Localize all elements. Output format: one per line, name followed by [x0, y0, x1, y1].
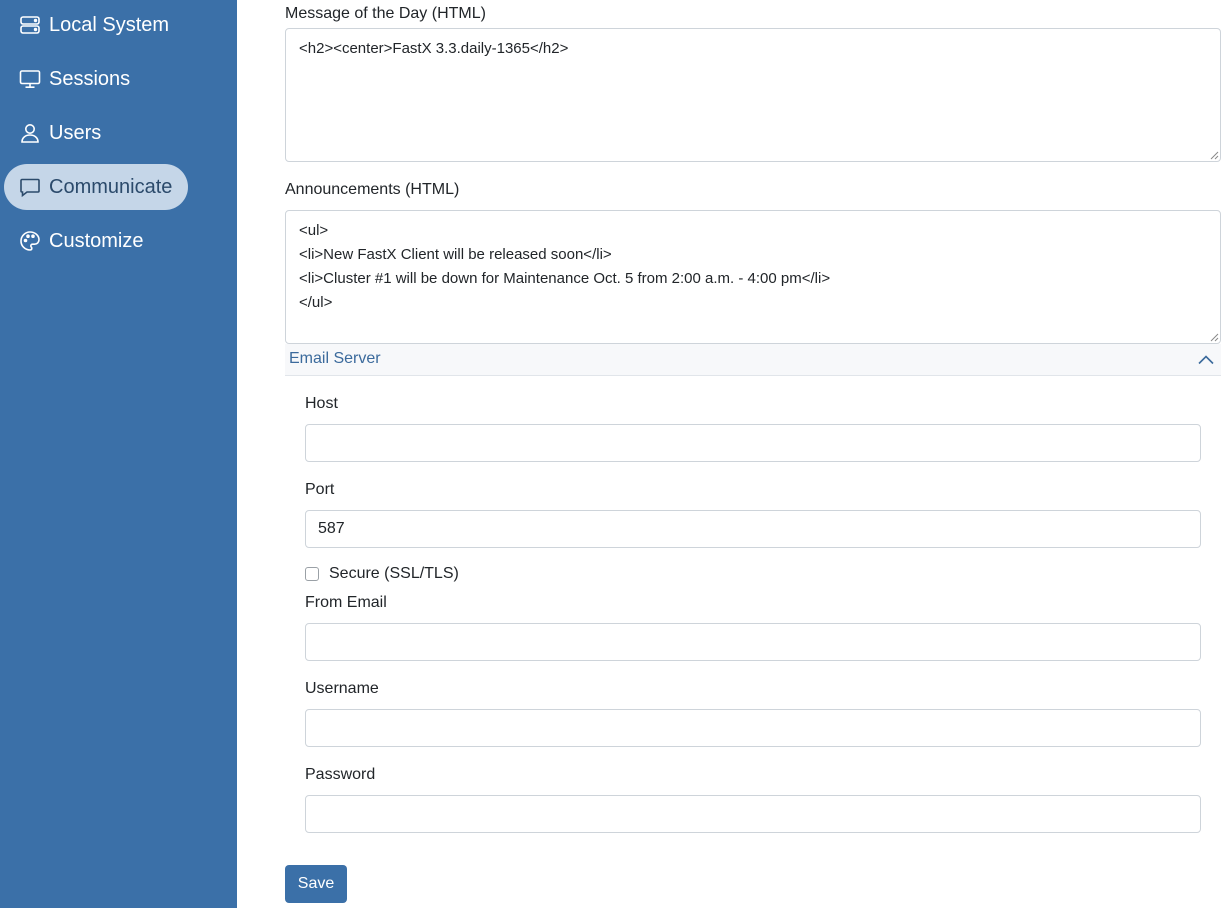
palette-icon	[19, 230, 41, 252]
chat-icon	[19, 176, 41, 198]
chevron-up-icon[interactable]	[1197, 351, 1215, 369]
motd-textarea[interactable]: <h2><center>FastX 3.3.daily-1365</h2>	[285, 28, 1221, 162]
secure-checkbox[interactable]	[305, 567, 319, 581]
secure-checkbox-row[interactable]: Secure (SSL/TLS)	[305, 565, 459, 583]
sidebar-item-label: Communicate	[49, 175, 173, 198]
sidebar-item-customize[interactable]: Customize	[4, 218, 159, 264]
sidebar-item-sessions[interactable]: Sessions	[4, 56, 146, 102]
user-icon	[19, 122, 41, 144]
password-label: Password	[305, 766, 376, 783]
sidebar: Local System Sessions Users Communicate …	[0, 0, 237, 908]
password-input[interactable]	[305, 795, 1201, 833]
motd-label: Message of the Day (HTML)	[285, 5, 486, 22]
announcements-label: Announcements (HTML)	[285, 181, 460, 198]
username-input[interactable]	[305, 709, 1201, 747]
from-email-label: From Email	[305, 594, 387, 611]
sidebar-item-communicate[interactable]: Communicate	[4, 164, 189, 210]
app-root: Local System Sessions Users Communicate …	[0, 0, 1226, 908]
username-label: Username	[305, 680, 379, 697]
resize-grip-icon[interactable]	[1210, 333, 1219, 342]
from-email-input[interactable]	[305, 623, 1201, 661]
announcements-textarea[interactable]: <ul> <li>New FastX Client will be releas…	[285, 210, 1221, 344]
monitor-icon	[19, 68, 41, 90]
communicate-form: Message of the Day (HTML) <h2><center>Fa…	[285, 0, 1221, 908]
sidebar-item-local-system[interactable]: Local System	[4, 2, 185, 48]
host-label: Host	[305, 395, 338, 412]
sidebar-item-users[interactable]: Users	[4, 110, 117, 156]
port-label: Port	[305, 481, 335, 498]
secure-label: Secure (SSL/TLS)	[329, 565, 459, 582]
resize-grip-icon[interactable]	[1210, 151, 1219, 160]
host-input[interactable]	[305, 424, 1201, 462]
sidebar-item-label: Customize	[49, 229, 144, 252]
sidebar-item-label: Users	[49, 121, 102, 144]
sidebar-item-label: Sessions	[49, 67, 131, 90]
sidebar-item-label: Local System	[49, 13, 170, 36]
section-title: Email Server	[289, 350, 381, 367]
email-server-section-header[interactable]: Email Server	[285, 344, 1221, 376]
port-input[interactable]: 587	[305, 510, 1201, 548]
server-icon	[19, 14, 41, 36]
save-button[interactable]: Save	[285, 865, 347, 903]
